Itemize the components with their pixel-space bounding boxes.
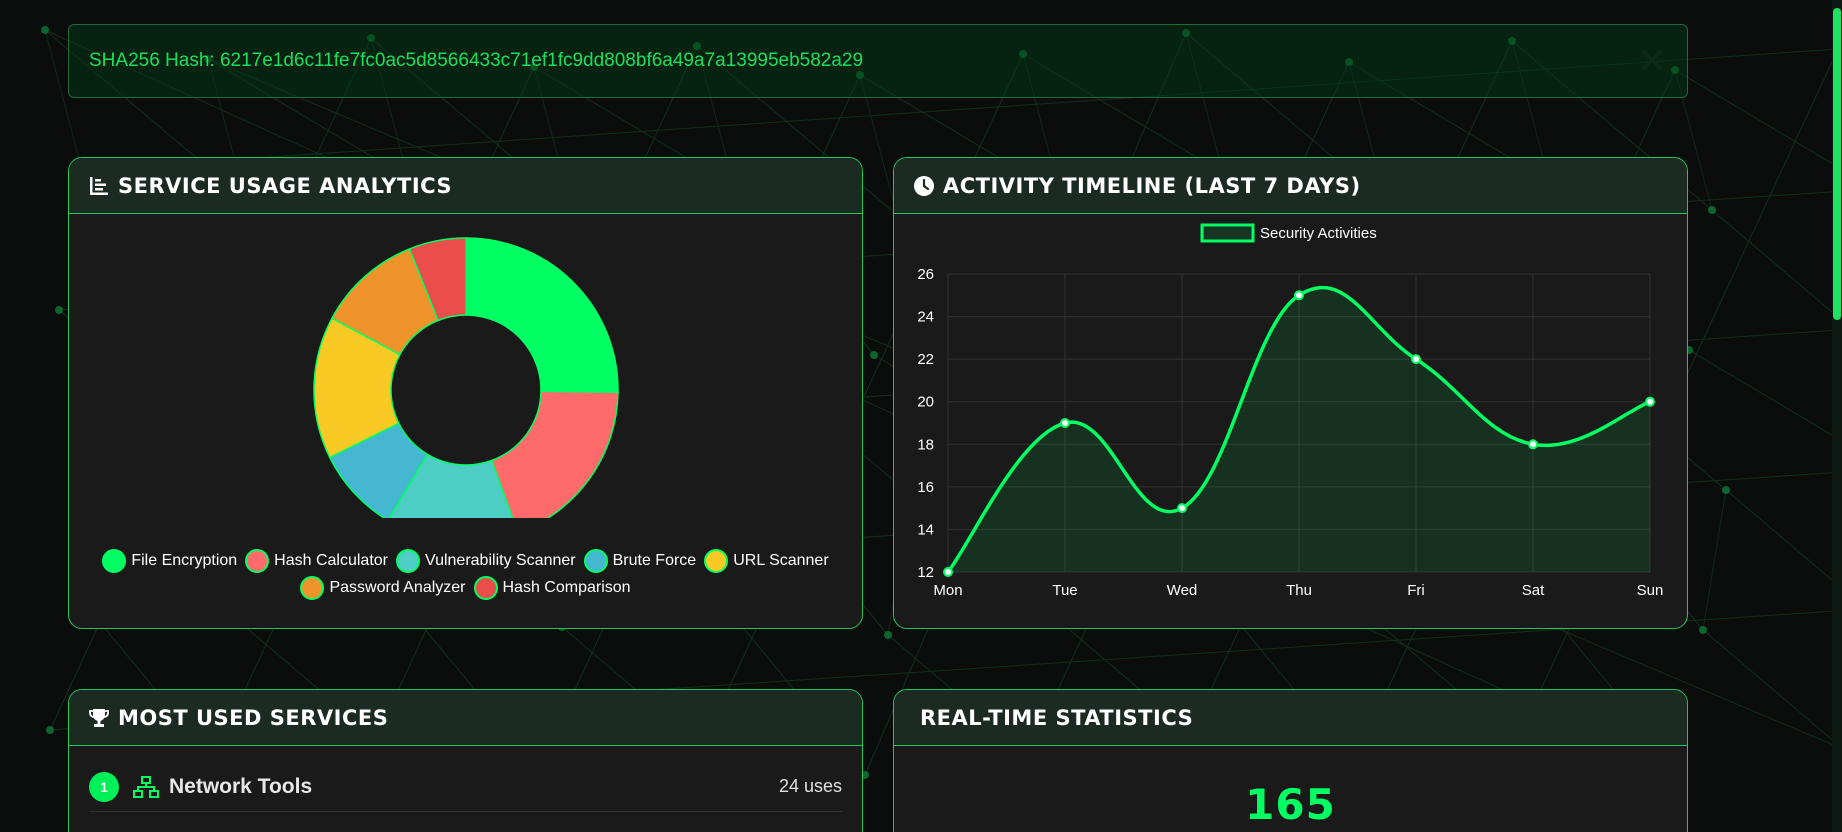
service-usage-header: Service Usage Analytics xyxy=(69,158,862,214)
activity-timeline-title: Activity Timeline (Last 7 Days) xyxy=(943,173,1361,198)
legend-swatch xyxy=(396,549,420,573)
y-tick-label: 24 xyxy=(917,309,934,326)
network-icon xyxy=(133,775,159,798)
hash-result-text: SHA256 Hash: 6217e1d6c11fe7fc0ac5d856643… xyxy=(89,50,864,71)
legend-item[interactable]: Password Analyzer xyxy=(300,576,466,600)
legend-label: Brute Force xyxy=(612,552,697,569)
data-point[interactable] xyxy=(1528,439,1538,450)
legend-label: Hash Comparison xyxy=(502,579,631,596)
y-tick-label: 16 xyxy=(917,479,934,496)
legend-swatch xyxy=(583,549,608,573)
activity-line-chart: 12 14 16 18 20 22 24 26 Mon Tue Wed Thu Fri Sat Sun Sec… xyxy=(917,223,1664,599)
y-tick-label: 20 xyxy=(917,394,934,411)
data-point[interactable] xyxy=(1294,290,1304,301)
legend-label: File Encryption xyxy=(131,552,238,569)
legend-item[interactable]: Hash Calculator xyxy=(245,549,388,573)
service-usage-title: Service Usage Analytics xyxy=(118,173,453,198)
legend-swatch xyxy=(245,549,270,573)
legend-item[interactable]: Brute Force xyxy=(583,549,697,573)
legend-swatch xyxy=(473,576,498,600)
service-uses: 24 uses xyxy=(778,776,842,796)
y-tick-label: 26 xyxy=(917,266,934,283)
doughnut-legend-row-2: Password Analyzer Hash Comparison xyxy=(69,576,862,600)
close-icon[interactable] xyxy=(1639,47,1665,73)
most-used-services-title: Most Used Services xyxy=(118,705,389,730)
page-scrollbar[interactable] xyxy=(1832,0,1842,832)
y-tick-label: 18 xyxy=(917,436,934,453)
y-tick-label: 22 xyxy=(917,351,934,368)
legend-swatch xyxy=(704,549,729,573)
legend-swatch xyxy=(102,549,127,573)
doughnut-slice[interactable] xyxy=(465,237,619,394)
rank-badge: 1 xyxy=(89,771,119,802)
activity-timeline-header: Activity Timeline (Last 7 Days) xyxy=(894,158,1687,214)
legend-label[interactable]: Security Activities xyxy=(1260,225,1377,242)
service-usage-doughnut-chart xyxy=(313,237,619,518)
trophy-icon xyxy=(89,708,109,727)
x-tick-label: Sat xyxy=(1522,582,1545,599)
legend-label: Vulnerability Scanner xyxy=(425,552,576,569)
legend-item[interactable]: Vulnerability Scanner xyxy=(396,549,576,573)
service-list-item[interactable]: 1 Network Tools 24 uses xyxy=(89,762,842,812)
service-name: Network Tools xyxy=(169,774,313,798)
doughnut-legend-row-1: File Encryption Hash Calculator Vulnerabil… xyxy=(69,549,862,573)
y-tick-label: 12 xyxy=(917,564,934,581)
scrollbar-thumb[interactable] xyxy=(1833,8,1841,320)
legend-item[interactable]: URL Scanner xyxy=(704,549,829,573)
clock-icon xyxy=(914,175,934,196)
data-point[interactable] xyxy=(1411,354,1421,365)
data-point[interactable] xyxy=(1645,396,1655,407)
doughnut-slice[interactable] xyxy=(490,390,619,518)
legend-label: URL Scanner xyxy=(733,552,829,569)
legend-swatch xyxy=(1200,223,1255,243)
service-usage-card: Service Usage Analytics File Encryption H… xyxy=(68,157,863,629)
data-point[interactable] xyxy=(1177,503,1187,514)
data-point[interactable] xyxy=(1060,418,1070,428)
most-used-services-card: Most Used Services 1 Network Tools 24 us… xyxy=(68,689,863,832)
legend-label: Password Analyzer xyxy=(329,579,466,596)
y-tick-label: 14 xyxy=(917,521,934,538)
most-used-services-header: Most Used Services xyxy=(69,690,862,746)
legend-label: Hash Calculator xyxy=(274,552,388,569)
x-tick-label: Fri xyxy=(1407,582,1425,599)
data-point[interactable] xyxy=(943,567,953,577)
legend-item[interactable]: File Encryption xyxy=(102,549,237,573)
x-tick-label: Thu xyxy=(1286,582,1312,599)
real-time-statistics-title: Real-Time Statistics xyxy=(920,705,1194,730)
x-tick-label: Tue xyxy=(1052,582,1077,599)
real-time-statistics-card: Real-Time Statistics 165 xyxy=(893,689,1688,832)
chart-bars-icon xyxy=(90,176,108,195)
x-tick-label: Sun xyxy=(1637,582,1664,599)
stat-value: 165 xyxy=(1245,780,1336,829)
x-tick-label: Wed xyxy=(1167,582,1198,599)
x-tick-label: Mon xyxy=(933,582,962,599)
activity-timeline-card: Activity Timeline (Last 7 Days) 12 14 16 18… xyxy=(893,157,1688,629)
real-time-statistics-header: Real-Time Statistics xyxy=(894,690,1687,746)
legend-swatch xyxy=(300,576,325,600)
hash-result-alert: SHA256 Hash: 6217e1d6c11fe7fc0ac5d856643… xyxy=(68,24,1688,98)
legend-item[interactable]: Hash Comparison xyxy=(473,576,631,600)
